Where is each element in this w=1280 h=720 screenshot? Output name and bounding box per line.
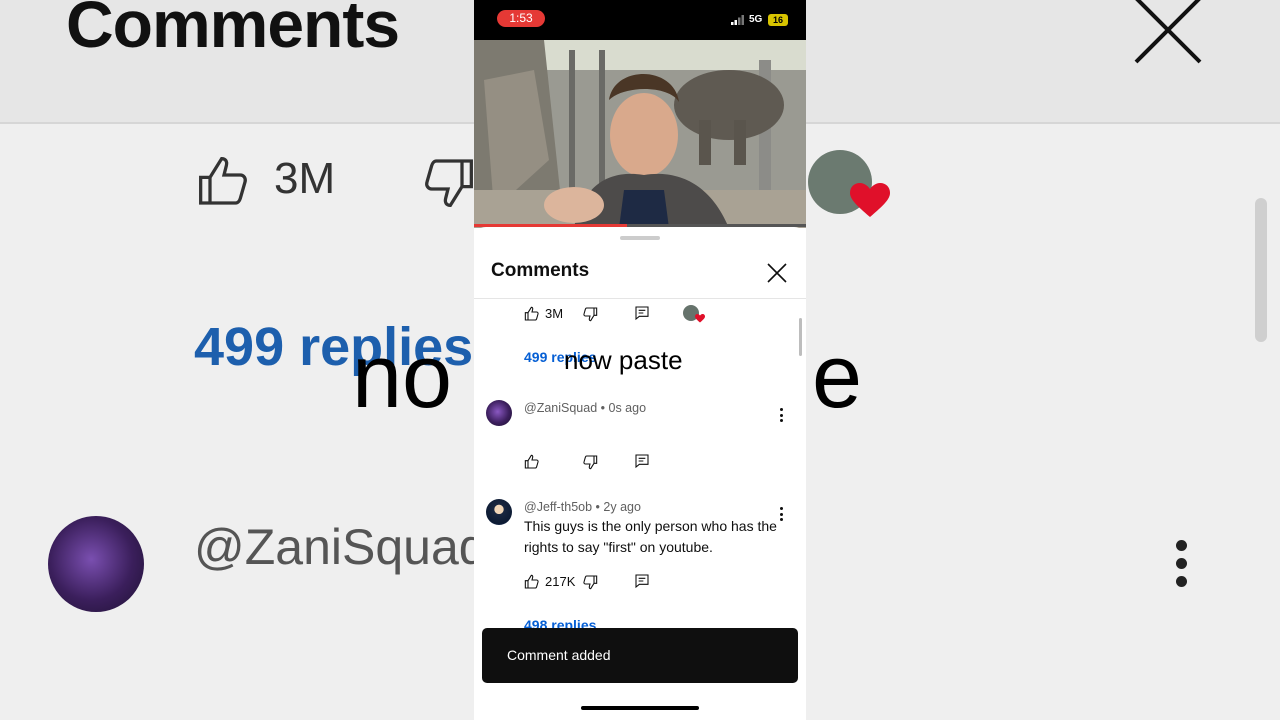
dislike-icon[interactable] xyxy=(582,574,598,590)
comment-handle[interactable]: @Jeff-th5ob xyxy=(524,500,592,514)
bg-overlay-caption: no e xyxy=(352,326,862,429)
toast-message: Comment added xyxy=(507,647,611,663)
bg-more-icon xyxy=(1176,540,1192,594)
video-frame xyxy=(474,40,806,228)
reply-icon[interactable] xyxy=(634,573,650,589)
heart-icon xyxy=(695,314,705,323)
bg-like-count: 3M xyxy=(274,154,336,203)
like-icon[interactable] xyxy=(524,454,540,470)
close-icon[interactable] xyxy=(766,262,788,284)
comment-age: 2y ago xyxy=(603,500,641,514)
bg-overlay-left: no xyxy=(352,327,453,427)
like-icon[interactable] xyxy=(524,574,540,590)
sheet-title: Comments xyxy=(491,260,590,281)
comment-meta: @ZaniSquad • 0s ago xyxy=(524,401,646,415)
like-icon[interactable] xyxy=(524,306,540,322)
dislike-icon[interactable] xyxy=(582,306,598,322)
phone-screen: 1:53 5G 16 Comments 3M 499 replies now p… xyxy=(474,0,806,720)
comment-meta: @Jeff-th5ob • 2y ago xyxy=(524,500,641,514)
comments-sheet: Comments 3M 499 replies now paste @ZaniS… xyxy=(474,227,806,720)
sheet-divider xyxy=(474,298,806,299)
network-label: 5G xyxy=(749,14,763,25)
bg-title: Comments xyxy=(66,0,400,61)
like-count: 217K xyxy=(545,574,576,589)
comment-handle[interactable]: @ZaniSquad xyxy=(524,401,597,415)
dislike-icon[interactable] xyxy=(582,454,598,470)
toast-notification: Comment added xyxy=(482,628,798,683)
video-player[interactable] xyxy=(474,40,806,228)
reply-icon[interactable] xyxy=(634,453,650,469)
sheet-scrollbar[interactable] xyxy=(799,318,802,356)
bg-thumbs-up-icon xyxy=(199,157,247,205)
like-count: 3M xyxy=(545,306,564,321)
comment-avatar[interactable] xyxy=(486,400,512,426)
bg-heart-icon xyxy=(850,183,890,217)
home-indicator[interactable] xyxy=(581,706,699,710)
battery-icon: 16 xyxy=(768,14,788,26)
overlay-caption: now paste xyxy=(564,345,683,375)
bg-overlay-right: e xyxy=(812,327,863,427)
comment-age: 0s ago xyxy=(608,401,647,415)
more-icon[interactable] xyxy=(780,408,784,425)
signal-icon xyxy=(731,15,744,25)
bg-close-icon xyxy=(1134,0,1202,64)
drag-handle[interactable] xyxy=(620,236,660,240)
bg-username: @ZaniSquad xyxy=(194,519,487,575)
bg-user-avatar xyxy=(48,516,144,612)
comment-avatar[interactable] xyxy=(486,499,512,525)
status-time: 1:53 xyxy=(497,10,545,27)
meta-separator: • xyxy=(600,401,609,415)
bg-thumbs-down-icon xyxy=(425,159,473,207)
bg-scrollbar xyxy=(1255,198,1267,342)
reply-icon[interactable] xyxy=(634,305,650,321)
status-bar: 1:53 5G 16 xyxy=(474,0,806,40)
comment-text: This guys is the only person who has the… xyxy=(524,518,777,555)
